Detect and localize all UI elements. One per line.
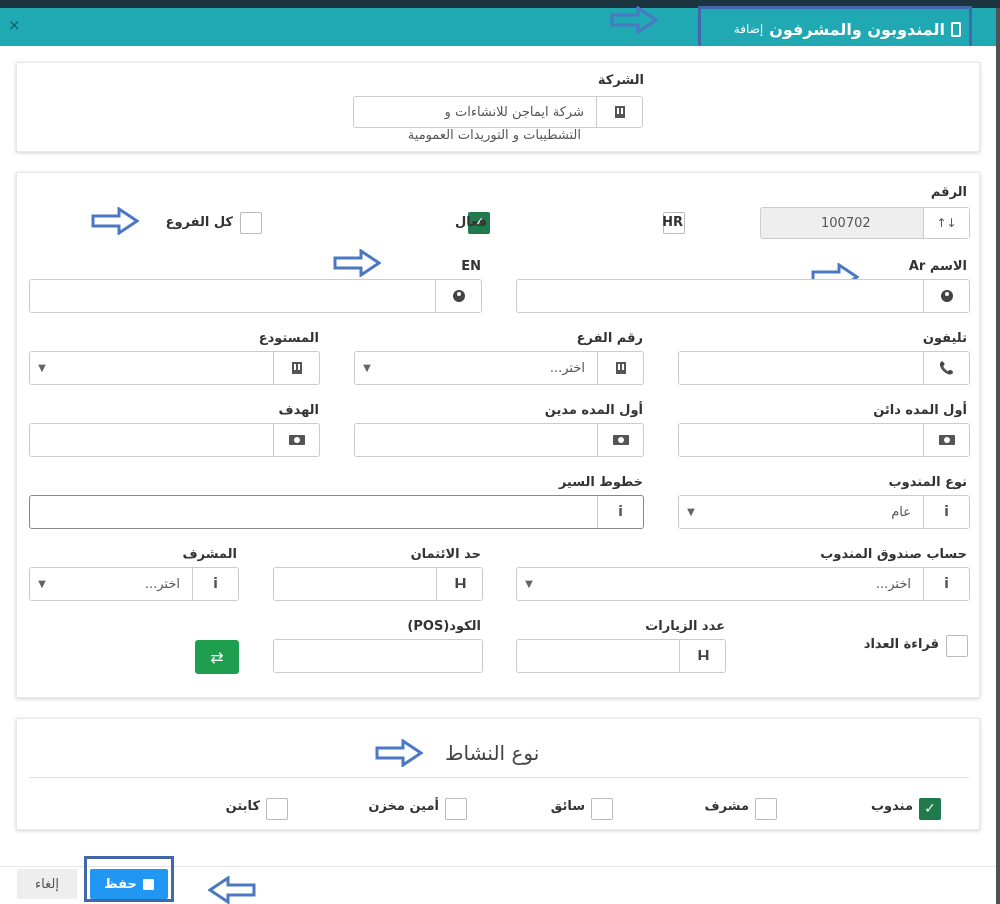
money-icon [923,424,969,456]
target-label: الهدف [278,403,319,418]
save-button[interactable]: حفظ [90,869,168,899]
opening-debit-label: أول المده مدين [544,403,643,418]
number-label: الرقم [930,185,967,200]
modal-body: الشركة شركة ايماجن للانشاءات و التشطيبات… [0,46,996,904]
opening-credit-input[interactable] [678,423,970,457]
activity-label-captain: كابتن [225,799,260,814]
activity-checkbox-storekeeper[interactable] [445,798,467,820]
user-icon [435,280,481,312]
company-panel: الشركة شركة ايماجن للانشاءات و التشطيبات… [16,62,980,152]
annotation-arrow-icon [208,876,256,904]
annotation-arrow-icon [333,249,381,277]
visits-input[interactable]: I–I [516,639,726,673]
supervisor-placeholder: اختر... [144,576,180,592]
save-icon [142,878,154,890]
activity-checkbox-supervisor[interactable] [755,798,777,820]
opening-debit-input[interactable] [354,423,644,457]
building-icon [596,97,642,127]
activity-label-storekeeper: أمين مخزن [368,799,439,814]
rep-box-placeholder: اختر... [875,576,911,592]
activity-checkbox-captain[interactable] [266,798,288,820]
routes-input[interactable]: i [29,495,644,529]
details-panel: الرقم ↓↑ 100702 HR ✓ فعال كل الفروع EN ا… [16,172,980,698]
money-icon [597,424,643,456]
chevron-down-icon: ▼ [687,506,695,518]
company-label: الشركة [597,73,644,88]
rep-type-value: عام [891,504,911,520]
rep-box-label: حساب صندوق المندوب [820,547,967,562]
meter-reading-label: قراءة العداد [863,637,939,652]
credit-limit-label: حد الائتمان [410,547,481,562]
rep-type-label: نوع المندوب [888,475,967,490]
refresh-button[interactable]: ⇄ [195,640,239,674]
number-value: 100702 [821,215,871,231]
activity-label-supervisor: مشرف [704,799,749,814]
cancel-label: إلغاء [35,876,59,892]
warehouse-label: المستودع [258,331,319,346]
activity-divider [29,777,969,778]
chevron-down-icon: ▼ [38,578,46,590]
info-icon: i [597,496,643,528]
building-icon [597,352,643,384]
company-value: شركة ايماجن للانشاءات و [444,104,584,120]
company-value-line2: التشطيبات و التوريدات العمومية [407,128,581,143]
branch-no-select[interactable]: اختر... ▼ [354,351,644,385]
phone-input[interactable]: 📞 [678,351,970,385]
target-input[interactable] [29,423,320,457]
company-field[interactable]: شركة ايماجن للانشاءات و [353,96,643,128]
info-icon: i [923,496,969,528]
name-en-label: EN [461,259,481,274]
cancel-button[interactable]: إلغاء [17,869,77,899]
activity-title: نوع النشاط [445,741,540,765]
activity-label-rep: مندوب [870,799,913,814]
routes-label: خطوط السير [558,475,643,490]
supervisor-select[interactable]: i اختر... ▼ [29,567,239,601]
info-icon: i [923,568,969,600]
info-icon: i [192,568,238,600]
annotation-arrow-icon [91,207,139,235]
opening-credit-label: أول المده دائن [873,403,967,418]
name-ar-input[interactable] [516,279,970,313]
phone-label: تليفون [922,331,967,346]
chevron-down-icon: ▼ [38,362,46,374]
all-branches-label: كل الفروع [165,215,233,230]
dumbbell-icon: I–I [436,568,482,600]
pos-code-label: الكود(POS) [407,619,481,634]
sort-icon: ↓↑ [923,208,969,238]
credit-limit-input[interactable]: I–I [273,567,483,601]
activity-checkbox-driver[interactable] [591,798,613,820]
activity-checkbox-rep[interactable]: ✓ [919,798,941,820]
name-ar-label: الاسم Ar [908,259,967,274]
active-label: فعال [454,215,487,230]
annotation-arrow-icon [375,739,423,767]
all-branches-checkbox[interactable] [240,212,262,234]
number-field[interactable]: ↓↑ 100702 [760,207,970,239]
supervisor-label: المشرف [182,547,237,562]
annotation-arrow-icon [610,6,658,34]
user-icon [923,280,969,312]
name-en-input[interactable] [29,279,482,313]
branch-no-placeholder: اختر... [549,360,585,376]
building-icon [273,352,319,384]
hr-label: HR [662,215,683,230]
visits-label: عدد الزيارات [645,619,725,634]
money-icon [273,424,319,456]
close-icon[interactable]: × [8,16,21,34]
pos-code-input[interactable] [273,639,483,673]
rep-type-select[interactable]: i عام ▼ [678,495,970,529]
save-label: حفظ [104,876,137,892]
chevron-down-icon: ▼ [363,362,371,374]
chevron-down-icon: ▼ [525,578,533,590]
document-icon [951,21,961,37]
dumbbell-icon: I–I [679,640,725,672]
branch-no-label: رقم الفرع [576,331,643,346]
phone-icon: 📞 [923,352,969,384]
refresh-icon: ⇄ [210,647,224,667]
warehouse-select[interactable]: ▼ [29,351,320,385]
meter-reading-checkbox[interactable] [946,635,968,657]
activity-panel: نوع النشاط ✓ مندوب مشرف سائق أمين مخزن ك… [16,718,980,830]
rep-box-select[interactable]: i اختر... ▼ [516,567,970,601]
activity-label-driver: سائق [550,799,585,814]
